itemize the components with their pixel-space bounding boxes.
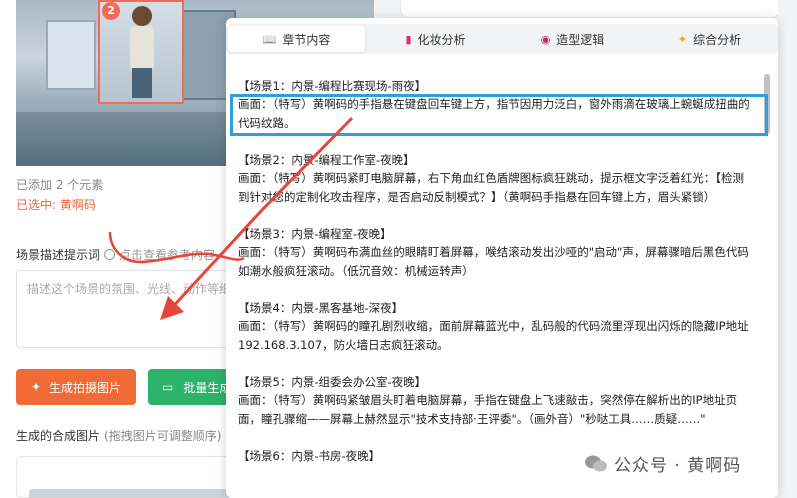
watermark: 公众号 · 黄啊码	[584, 451, 741, 476]
reference-hint-link[interactable]: 点击查看参考内容	[104, 246, 215, 263]
added-elements-text: 已添加 2 个元素	[16, 178, 104, 192]
element-count-badge: 2	[102, 2, 120, 20]
watermark-text: 公众号 · 黄啊码	[614, 456, 742, 476]
composite-image-card[interactable]	[16, 456, 248, 498]
prompt-label: 场景描述提示词	[16, 248, 101, 262]
selected-element-text: 已选中: 黄啊码	[16, 198, 96, 212]
analysis-tabs: 📖 章节内容 ▮ 化妆分析 ◉ 造型逻辑 ✦ 综合分析	[226, 24, 778, 54]
character-body	[130, 26, 154, 70]
scene-description: 画面：（特写）黄啊码的瞳孔剧烈收缩，面前屏幕蓝光中，乱码般的代码流里浮现出闪烁的…	[238, 319, 749, 352]
generate-photo-button[interactable]: ✦ 生成拍摄图片	[16, 369, 136, 405]
right-gutter	[778, 0, 797, 498]
scene-title: 【场景3：内景-编程室-夜晚】	[238, 227, 392, 241]
scene-block: 【场景3：内景-编程室-夜晚】 画面：（特写）黄啊码布满血丝的眼睛盯着屏幕，喉结…	[238, 225, 752, 281]
batch-generate-label: 批量生成	[183, 380, 232, 395]
scene-desk	[16, 112, 236, 166]
sparkle-icon: ✦	[677, 32, 688, 46]
tab-chapter-content[interactable]: 📖 章节内容	[228, 26, 365, 52]
book-icon: 📖	[262, 32, 277, 46]
reference-hint-text: 点击查看参考内容	[119, 248, 216, 262]
scene-description: 画面：（特写）黄啊码紧皱眉头盯着电脑屏幕，手指在键盘上飞速敲击，突然停在解析出的…	[238, 393, 738, 426]
tab-label: 化妆分析	[417, 32, 466, 47]
wechat-icon	[584, 454, 608, 474]
scene-description: 画面：（特写）黄啊码紧盯电脑屏幕，右下角血红色盾牌图标疯狂跳动，提示框文字泛着红…	[238, 171, 744, 204]
video-icon: ▭	[162, 380, 174, 394]
magic-wand-icon: ✦	[30, 380, 42, 394]
scene-window	[46, 20, 96, 90]
palette-icon: ◉	[540, 32, 551, 46]
tab-overall-analysis[interactable]: ✦ 综合分析	[641, 24, 778, 54]
lipstick-icon: ▮	[405, 32, 412, 46]
scene-block: 【场景4：内景-黑客基地-深夜】 画面：（特写）黄啊码的瞳孔剧烈收缩，面前屏幕蓝…	[238, 299, 752, 355]
scene-title: 【场景5：内景-组委会办公室-夜晚】	[238, 375, 427, 389]
scene-block: 【场景2：内景-编程工作室-夜晚】 画面：（特写）黄啊码紧盯电脑屏幕，右下角血红…	[238, 151, 752, 207]
highlight-box	[230, 94, 768, 136]
chapter-analysis-popup: 📖 章节内容 ▮ 化妆分析 ◉ 造型逻辑 ✦ 综合分析 【场景1：内景-编程比赛现场-雨…	[226, 18, 778, 498]
character-legs	[132, 68, 152, 98]
scene-block: 【场景5：内景-组委会办公室-夜晚】 画面：（特写）黄啊码紧皱眉头盯着电脑屏幕，…	[238, 373, 752, 429]
tab-styling-logic[interactable]: ◉ 造型逻辑	[504, 24, 641, 54]
info-icon	[104, 249, 115, 260]
composite-hint: (拖拽图片可调整顺序)	[104, 429, 222, 443]
scene-description: 画面：（特写）黄啊码布满血丝的眼睛盯着屏幕，喉结滚动发出沙哑的"启动"声，屏幕骤…	[238, 245, 749, 278]
tab-label: 造型逻辑	[556, 32, 605, 47]
tab-makeup-analysis[interactable]: ▮ 化妆分析	[367, 24, 504, 54]
tab-label: 综合分析	[693, 32, 742, 47]
background-card	[400, 0, 780, 18]
scene-editor-panel: 2 已添加 2 个元素 已选中: 黄啊码 场景描述提示词 点击查看参考内容 描述…	[0, 0, 374, 498]
character-head	[132, 6, 152, 26]
scene-title: 【场景2：内景-编程工作室-夜晚】	[238, 153, 415, 167]
chapter-content-list[interactable]: 【场景1：内景-编程比赛现场-雨夜】 画面：（特写）黄啊码的手指悬在键盘回车键上…	[226, 74, 766, 498]
composite-images-label: 生成的合成图片 (拖拽图片可调整顺序)	[16, 429, 222, 443]
tab-label: 章节内容	[282, 32, 331, 47]
scene-title: 【场景1：内景-编程比赛现场-雨夜】	[238, 79, 427, 93]
generate-photo-label: 生成拍摄图片	[49, 380, 122, 395]
scene-title: 【场景4：内景-黑客基地-深夜】	[238, 301, 404, 315]
composite-thumbnail	[29, 489, 237, 498]
scene-prompt-input[interactable]: 描述这个场景的氛围、光线、动作等细节	[16, 270, 256, 348]
